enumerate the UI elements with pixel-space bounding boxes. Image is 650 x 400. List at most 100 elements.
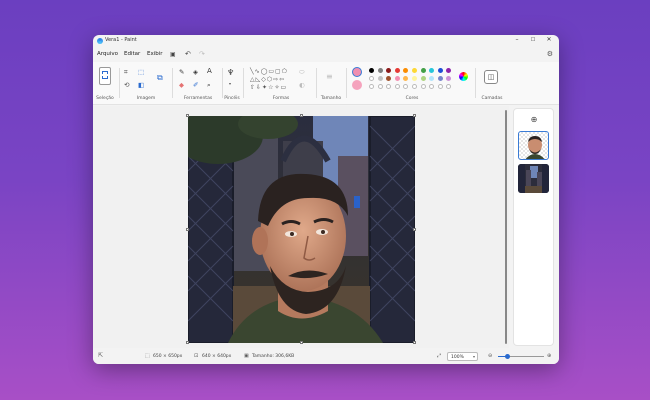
flip-icon[interactable]: ◧: [138, 82, 144, 89]
color-swatch[interactable]: [394, 68, 400, 73]
resize-handle[interactable]: [413, 341, 416, 344]
custom-color-slot[interactable]: [437, 84, 443, 89]
resize-handle[interactable]: [186, 114, 189, 117]
resize-handle[interactable]: [300, 341, 303, 344]
zoom-out-icon[interactable]: ⊖: [488, 353, 492, 359]
color-swatch[interactable]: [429, 68, 435, 73]
minimize-button[interactable]: –: [511, 36, 523, 43]
brush-icon[interactable]: ♆: [227, 69, 234, 77]
fit-to-window-icon[interactable]: ⤢: [437, 353, 441, 359]
color-swatch[interactable]: [412, 76, 417, 81]
group-label-shapes: Formas: [272, 96, 290, 101]
custom-color-slot[interactable]: [377, 84, 383, 89]
color-swatch[interactable]: [420, 76, 426, 81]
color-swatch[interactable]: [437, 68, 443, 73]
color-swatch[interactable]: [446, 76, 452, 81]
zoom-slider-thumb[interactable]: [504, 354, 510, 359]
window-title: Vera1 - Paint: [105, 37, 137, 43]
canvas-image[interactable]: [188, 116, 415, 343]
file-size-icon: ▣: [244, 353, 249, 359]
close-button[interactable]: ✕: [543, 36, 555, 43]
resize-handle[interactable]: [413, 228, 416, 231]
color-swatch[interactable]: [386, 68, 392, 73]
color-swatch[interactable]: [437, 76, 443, 81]
layers-panel: ⊕: [513, 108, 554, 346]
color-swatch[interactable]: [446, 68, 452, 73]
group-label-tools: Ferramentas: [183, 96, 213, 101]
edit-colors-icon[interactable]: [459, 72, 468, 81]
shapes-row-2[interactable]: △◺◇⬡⇨⇦: [250, 77, 285, 83]
custom-color-slot[interactable]: [429, 84, 435, 89]
divider: [346, 68, 347, 98]
magnifier-icon[interactable]: ⌕: [207, 82, 211, 89]
zoom-in-icon[interactable]: ⊕: [547, 353, 551, 359]
file-size: Tamanho: 306,6KB: [252, 354, 295, 359]
secondary-color-swatch[interactable]: [352, 80, 362, 90]
shapes-row-1[interactable]: ╲∿◯▭▢⬠: [250, 69, 288, 75]
menu-edit[interactable]: Editar: [124, 51, 140, 57]
resize-handle[interactable]: [413, 114, 416, 117]
undo-icon[interactable]: ↶: [185, 50, 191, 58]
color-swatch[interactable]: [394, 76, 400, 81]
divider: [172, 68, 173, 98]
custom-color-slot[interactable]: [386, 84, 392, 89]
resize-handle[interactable]: [300, 114, 303, 117]
color-swatch[interactable]: [369, 68, 374, 73]
menu-file[interactable]: Arquivo: [97, 51, 118, 57]
shape-fill-icon[interactable]: ◐: [299, 82, 305, 89]
custom-color-slot[interactable]: [394, 84, 400, 89]
save-icon[interactable]: ▣: [170, 51, 176, 58]
layer-thumbnail-portrait[interactable]: [518, 131, 549, 160]
resize-handle[interactable]: [186, 228, 189, 231]
stroke-size-icon[interactable]: ≡: [326, 73, 333, 81]
custom-color-slot[interactable]: [403, 84, 409, 89]
shape-outline-icon[interactable]: ⬭: [299, 69, 305, 76]
add-layer-icon[interactable]: ⊕: [528, 115, 540, 124]
fill-bucket-icon[interactable]: ◈: [193, 69, 198, 76]
layers-button[interactable]: ◫: [484, 70, 498, 84]
redo-icon[interactable]: ↷: [199, 50, 205, 58]
color-swatch[interactable]: [377, 76, 383, 81]
eraser-icon[interactable]: ◆: [179, 82, 184, 89]
menu-view[interactable]: Exibir: [147, 51, 163, 57]
crop-icon[interactable]: ⌗: [124, 69, 128, 76]
canvas-area: [93, 106, 509, 348]
divider: [119, 68, 120, 98]
text-tool-icon[interactable]: A: [207, 68, 212, 75]
group-label-layers: Camadas: [481, 96, 503, 101]
image-select-icon[interactable]: ⧉: [157, 74, 163, 82]
color-swatch[interactable]: [412, 68, 417, 73]
zoom-slider[interactable]: [498, 354, 544, 359]
settings-gear-icon[interactable]: ⚙: [547, 50, 553, 58]
vertical-scrollbar[interactable]: [505, 110, 507, 344]
zoom-dropdown[interactable]: 100% ▾: [447, 352, 478, 361]
color-picker-icon[interactable]: ✐: [193, 82, 198, 89]
color-swatch[interactable]: [403, 76, 409, 81]
custom-color-slot[interactable]: [446, 84, 452, 89]
maximize-button[interactable]: ☐: [527, 37, 539, 43]
color-swatch[interactable]: [403, 68, 409, 73]
layer-background-preview: [518, 164, 549, 193]
chevron-down-icon: ▾: [472, 354, 475, 359]
group-label-image: Imagem: [136, 96, 156, 101]
pencil-icon[interactable]: ✎: [179, 69, 184, 76]
selection-tool-button[interactable]: [99, 67, 111, 85]
selection-size: 650 × 650px: [153, 354, 183, 359]
rotate-icon[interactable]: ⟲: [124, 82, 129, 89]
custom-color-slot[interactable]: [420, 84, 426, 89]
custom-color-slot[interactable]: [369, 84, 374, 89]
resize-icon[interactable]: ⬚: [138, 69, 144, 76]
group-label-colors: Cores: [405, 96, 419, 101]
shapes-row-3[interactable]: ⇧⇩✦☆✧▭: [250, 85, 287, 91]
layer-thumbnail-background[interactable]: [518, 164, 549, 193]
custom-color-slot[interactable]: [412, 84, 417, 89]
color-swatch[interactable]: [429, 76, 435, 81]
chevron-down-icon[interactable]: ▾: [229, 82, 231, 86]
color-swatch[interactable]: [369, 76, 374, 81]
color-swatch[interactable]: [386, 76, 392, 81]
color-swatch[interactable]: [420, 68, 426, 73]
color-swatch[interactable]: [377, 68, 383, 73]
resize-handle[interactable]: [186, 341, 189, 344]
portrait-illustration: [188, 116, 415, 343]
primary-color-swatch[interactable]: [352, 67, 362, 77]
